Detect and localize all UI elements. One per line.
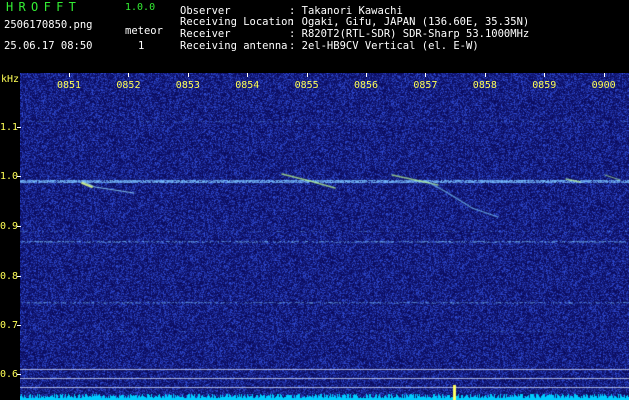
x-tick-mark [247,73,248,77]
y-tick-label: 0.6 [0,369,19,380]
x-tick-mark [128,73,129,77]
x-tick-label: 0900 [591,80,616,91]
y-tick-label: 0.7 [0,320,19,331]
antenna-value: : 2el-HB9CV Vertical (el. E-W) [289,40,479,52]
meteor-label: meteor [125,25,163,37]
x-tick-label: 0852 [116,80,141,91]
y-tick-label: 0.8 [0,271,19,282]
meteor-count: 1 [138,40,145,52]
x-tick-label: 0854 [235,80,260,91]
file-name: 2506170850.png [4,19,93,31]
y-tick-label: 0.9 [0,221,19,232]
x-tick-mark [425,73,426,77]
x-tick-label: 0851 [57,80,82,91]
x-tick-label: 0855 [294,80,319,91]
spectrogram-plot [20,73,629,400]
receiver-value: : R820T2(RTL-SDR) SDR-Sharp 53.1000MHz [289,28,530,40]
receiver-label: Receiver [180,28,231,40]
x-tick-mark [188,73,189,77]
x-tick-label: 0856 [354,80,379,91]
location-label: Receiving Location [180,16,294,28]
y-tick-mark [17,226,21,227]
location-value: : Ogaki, Gifu, JAPAN (136.60E, 35.35N) [289,16,530,28]
x-tick-label: 0857 [413,80,438,91]
y-tick-mark [17,374,21,375]
y-unit-label: kHz [1,74,20,85]
app-name: HROFFT [6,0,82,14]
date-time: 25.06.17 08:50 [4,40,93,52]
x-tick-mark [544,73,545,77]
x-tick-label: 0858 [472,80,497,91]
app-version: 1.0.0 [125,2,156,13]
y-tick-mark [17,325,21,326]
y-tick-mark [17,276,21,277]
x-tick-mark [604,73,605,77]
header-panel: HROFFT 1.0.0 2506170850.png meteor 25.06… [0,0,629,70]
x-tick-label: 0853 [175,80,200,91]
y-tick-label: 1.1 [0,122,19,133]
spectrogram-canvas [20,73,629,400]
y-tick-mark [17,127,21,128]
y-tick-label: 1.0 [0,171,19,182]
x-tick-mark [307,73,308,77]
x-tick-mark [366,73,367,77]
antenna-label: Receiving antenna [180,40,288,52]
x-tick-label: 0859 [532,80,557,91]
x-tick-mark [69,73,70,77]
x-tick-mark [485,73,486,77]
y-tick-mark [17,176,21,177]
